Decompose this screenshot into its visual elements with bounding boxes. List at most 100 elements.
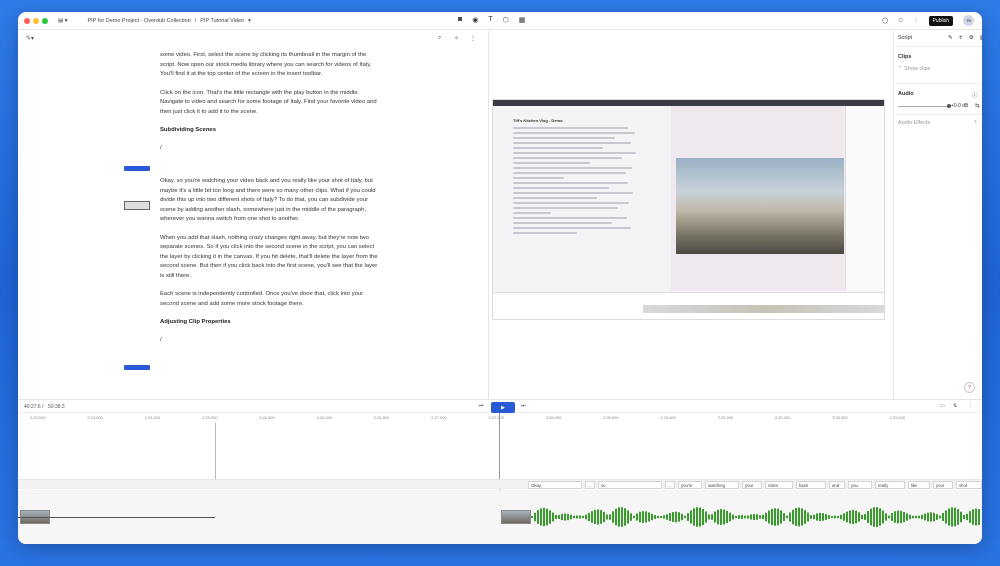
more-icon[interactable]: ⋮ (913, 18, 919, 24)
word-track[interactable]: Okay,... so... you're watching your video back… (18, 479, 982, 489)
insert-toolbar: ◙ ◉ T ⬡ ▦ (458, 16, 525, 24)
grid-icon[interactable]: ▦ (519, 16, 526, 24)
scene-thumbnail[interactable] (124, 166, 150, 171)
waveform-bar (813, 514, 815, 520)
word-chip[interactable]: you're (678, 481, 702, 489)
preview-video-frame[interactable] (676, 158, 844, 254)
tab-script[interactable]: Script (898, 35, 912, 41)
waveform-bar (705, 511, 707, 523)
audio-waveform[interactable] (531, 506, 982, 528)
word-chip[interactable]: so (598, 481, 662, 489)
shape-icon[interactable]: ⬡ (503, 16, 509, 24)
show-clips-toggle[interactable]: ⌃ Show clips (898, 66, 930, 72)
breadcrumb-composition[interactable]: PIP Tutorial Video (200, 18, 244, 24)
titlebar-actions: ◯ ⚇ ⋮ Publish TB (882, 15, 974, 26)
word-chip[interactable]: watching (705, 481, 739, 489)
track-view-icon[interactable]: ▭ (940, 403, 945, 409)
waveform-bar (585, 514, 587, 520)
split-icon[interactable]: ⇅ (953, 403, 957, 409)
skip-forward-icon[interactable]: ⏭ (521, 403, 526, 409)
zoom-window-button[interactable] (42, 17, 48, 24)
comment-icon[interactable]: ◯ (882, 18, 888, 24)
settings-icon[interactable]: ⚙ (969, 35, 974, 41)
breadcrumb-project[interactable]: PIP for Demo Project - Overdub Collectio… (88, 18, 191, 24)
waveform-bar (822, 513, 824, 521)
waveform-bar (672, 512, 674, 522)
pane-divider[interactable] (488, 31, 489, 399)
edit-icon[interactable]: ✎ (948, 35, 953, 41)
waveform-bar (900, 510, 902, 524)
waveform-bar (588, 512, 590, 522)
clip-thumbnail[interactable] (501, 510, 531, 524)
add-icon[interactable]: + (974, 119, 977, 125)
avatar[interactable]: TB (963, 15, 974, 26)
script-heading[interactable]: Subdividing Scenes (160, 126, 380, 136)
script-heading[interactable]: Adjusting Clip Properties (160, 318, 380, 328)
word-chip[interactable]: your (742, 481, 762, 489)
time-ruler[interactable]: 2:23.500 2:24.000 2:24.500 2:25.000 2:25.500… (18, 413, 982, 423)
word-chip[interactable]: your (933, 481, 953, 489)
waveform-bar (744, 515, 746, 519)
scene-break[interactable]: / (160, 336, 380, 346)
properties-sidebar: Script ✎ ☥ ⚙ ▥ Clips ⌃ Show clips Audio … (893, 31, 982, 399)
waveform-bar (681, 513, 683, 521)
word-chip[interactable]: back (796, 481, 826, 489)
script-paragraph[interactable]: some video. First, select the scene by c… (160, 51, 380, 80)
more-icon[interactable]: ⋮ (968, 403, 973, 409)
add-user-icon[interactable]: ⚇ (898, 18, 903, 24)
script-paragraph[interactable]: Click on the icon. That's the little rec… (160, 89, 380, 118)
waveform-bar (876, 507, 878, 527)
text-icon[interactable]: T (488, 16, 492, 24)
waveform-bar (573, 515, 575, 519)
script-paragraph[interactable]: Each scene is independently controlled. … (160, 290, 380, 309)
magic-icon[interactable]: ✧ (454, 35, 459, 42)
video-preview[interactable]: Tiff's Kitchen Vlog - Demo (492, 99, 885, 320)
word-chip[interactable]: you (848, 481, 872, 489)
script-paragraph[interactable]: When you add that slash, nothing crazy c… (160, 234, 380, 282)
figure-icon[interactable]: ☥ (959, 35, 963, 41)
word-chip[interactable]: like (908, 481, 930, 489)
word-chip[interactable]: ... (665, 481, 675, 489)
ruler-tick: 2:25.000 (201, 415, 218, 420)
waveform-bar (612, 511, 614, 523)
help-icon[interactable]: ? (964, 382, 975, 393)
record-icon[interactable]: ◙ (458, 16, 462, 24)
waveform-bar (942, 513, 944, 521)
publish-button[interactable]: Publish (928, 15, 953, 26)
close-window-button[interactable] (24, 17, 30, 24)
panel-icon[interactable]: ▥ (980, 35, 982, 41)
more-icon[interactable]: ⋮ (470, 35, 476, 42)
media-track[interactable] (18, 490, 982, 544)
project-menu-icon[interactable]: ▤ ▾ (58, 18, 68, 24)
waveform-bar (891, 513, 893, 521)
word-chip[interactable]: really (875, 481, 905, 489)
word-chip[interactable]: Okay, (528, 481, 582, 489)
info-icon[interactable]: ⓘ (972, 91, 978, 99)
script-text[interactable]: some video. First, select the scene by c… (160, 51, 380, 354)
link-icon[interactable]: ⇆ (975, 103, 980, 109)
minimize-window-button[interactable] (33, 17, 39, 24)
word-chip[interactable]: and (829, 481, 845, 489)
script-editor[interactable]: ✎▾ ⌕ ✧ ⋮ some video. First, select the s… (18, 31, 488, 399)
chevron-down-icon[interactable]: ▾ (248, 18, 251, 24)
screen-record-icon[interactable]: ◉ (472, 16, 478, 24)
window-controls[interactable] (24, 17, 48, 24)
ruler-tick: 2:30.500 (832, 415, 848, 420)
search-icon[interactable]: ⌕ (438, 35, 441, 42)
gain-slider[interactable] (898, 106, 948, 107)
script-paragraph[interactable]: Okay, so you're watching your video back… (160, 177, 380, 225)
preview-script: Tiff's Kitchen Vlog - Demo (513, 118, 641, 237)
waveform-bar (552, 512, 554, 522)
word-chip[interactable]: shot (956, 481, 982, 489)
pen-icon[interactable]: ✎▾ (26, 35, 34, 42)
word-chip[interactable]: ... (585, 481, 595, 489)
waveform-bar (918, 515, 920, 519)
skip-back-icon[interactable]: ⏮ (479, 403, 484, 409)
scene-thumbnail[interactable] (124, 365, 150, 370)
waveform-bar (600, 510, 602, 524)
play-button[interactable]: ▶ (491, 402, 515, 413)
scene-break[interactable]: / (160, 144, 380, 154)
word-chip[interactable]: video (765, 481, 793, 489)
scene-thumbnail[interactable] (124, 201, 150, 210)
timeline[interactable]: 2:23.500 2:24.000 2:24.500 2:25.000 2:25.500… (18, 413, 982, 544)
